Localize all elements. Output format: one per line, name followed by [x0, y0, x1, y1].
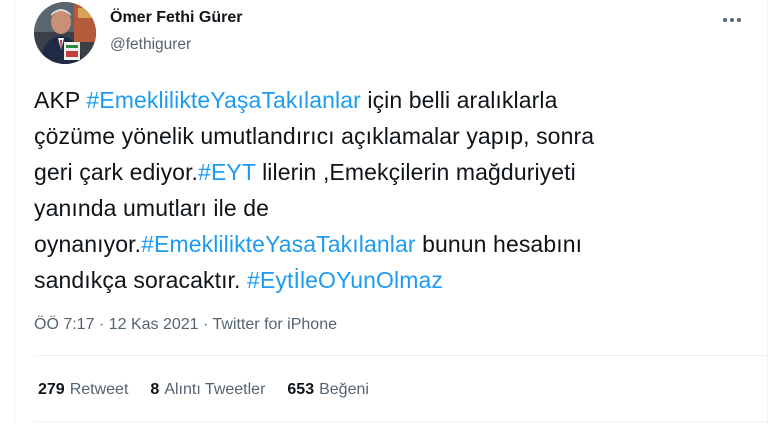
tweet-meta: ÖÖ 7:17 · 12 Kas 2021 · Twitter for iPho… [34, 316, 337, 334]
hashtag-link[interactable]: #EmeklilikteYaşaTakılanlar [86, 87, 360, 113]
tweet-text-segment: AKP [34, 87, 87, 113]
quote-tweets-stat[interactable]: 8 Alıntı Tweetler [150, 381, 265, 399]
hashtag-link[interactable]: #EmeklilikteYasaTakılanlar [141, 231, 415, 257]
tweet-text-line: AKP #EmeklilikteYaşaTakılanlar için bell… [34, 82, 746, 118]
tweet-text-line: yanında umutları ile de [34, 190, 746, 226]
meta-separator: · [198, 316, 213, 333]
likes-count: 653 [287, 381, 315, 398]
divider [34, 421, 768, 422]
tweet-text-segment: çözüme yönelik umutlandırıcı açıklamalar… [34, 123, 595, 149]
quotes-count: 8 [150, 381, 160, 398]
tweet-text-segment: yanında umutları ile de [34, 195, 269, 221]
tweet-text-line: sandıkça soracaktır. #EytİleOYunOlmaz [34, 262, 746, 298]
avatar[interactable] [34, 2, 96, 64]
author-handle[interactable]: @fethigurer [110, 36, 191, 54]
tweet-text-segment: sandıkça soracaktır. [34, 267, 248, 293]
likes-stat[interactable]: 653 Beğeni [287, 381, 369, 399]
retweets-label: Retweet [69, 381, 129, 398]
likes-label: Beğeni [319, 381, 369, 398]
avatar-image [34, 2, 96, 64]
tweet-text-segment: bunun hesabını [415, 231, 583, 257]
meta-separator: · [94, 316, 109, 333]
hashtag-link[interactable]: #EYT [198, 159, 256, 185]
tweet-time[interactable]: ÖÖ 7:17 [34, 316, 94, 333]
tweet-text: AKP #EmeklilikteYaşaTakılanlar için bell… [34, 82, 746, 298]
tweet-text-line: çözüme yönelik umutlandırıcı açıklamalar… [34, 118, 746, 154]
tweet-text-line: oynanıyor.#EmeklilikteYasaTakılanlar bun… [34, 226, 746, 262]
tweet-stats: 279 Retweet 8 Alıntı Tweetler 653 Beğeni [38, 381, 391, 399]
author-name[interactable]: Ömer Fethi Gürer [110, 9, 242, 27]
tweet-date[interactable]: 12 Kas 2021 [109, 316, 199, 333]
tweet-text-segment: lilerin ,Emekçilerin mağduriyeti [255, 159, 576, 185]
tweet-text-line: geri çark ediyor.#EYT lilerin ,Emekçiler… [34, 154, 746, 190]
more-options-button[interactable] [717, 10, 747, 30]
tweet-source: Twitter for iPhone [212, 316, 338, 333]
tweet-text-segment: oynanıyor. [34, 231, 142, 257]
tweet-text-segment: geri çark ediyor. [34, 159, 199, 185]
more-horizontal-icon [723, 18, 741, 22]
retweets-count: 279 [38, 381, 65, 398]
divider [34, 355, 768, 356]
hashtag-link[interactable]: #EytİleOYunOlmaz [247, 267, 443, 293]
quotes-label: Alıntı Tweetler [164, 381, 266, 398]
tweet-text-segment: için belli aralıklarla [360, 87, 558, 113]
retweets-stat[interactable]: 279 Retweet [38, 381, 128, 399]
